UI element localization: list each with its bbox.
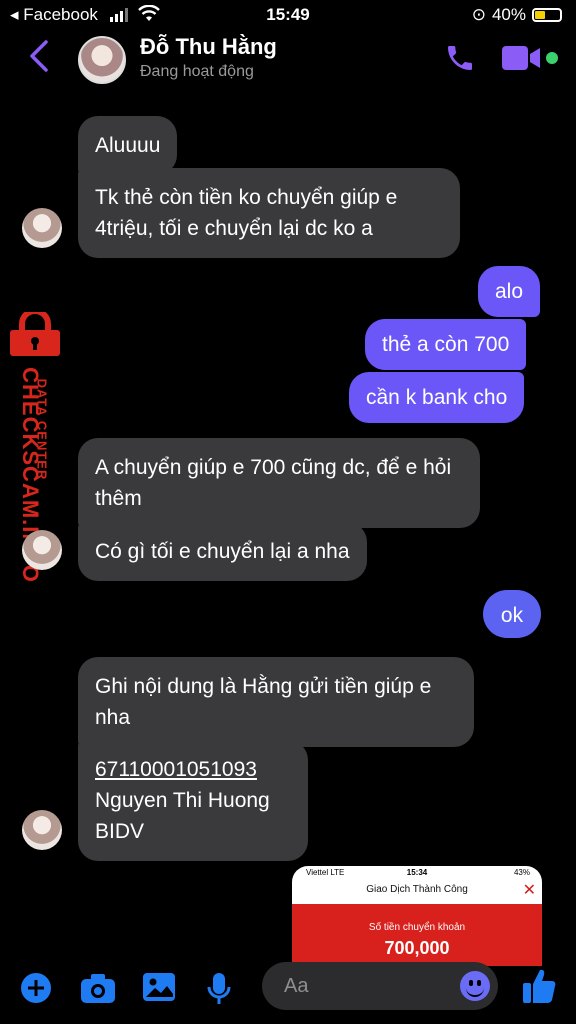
- attachment-amount-label: Số tiền chuyển khoản: [368, 922, 466, 933]
- wifi-icon: [138, 4, 160, 28]
- close-icon: ✕: [522, 882, 536, 899]
- attachment-title: Giao Dịch Thành Công: [366, 884, 468, 895]
- message-bubble-outgoing[interactable]: alo: [478, 266, 541, 317]
- bank-name: BIDV: [95, 820, 145, 843]
- contact-avatar-small[interactable]: [22, 530, 62, 570]
- account-number[interactable]: 67110001051093: [95, 754, 291, 785]
- attachment-amount-panel: Số tiền chuyển khoản 700,000: [292, 904, 542, 966]
- chat-header: Đỗ Thu Hằng Đang hoạt động: [0, 30, 576, 92]
- message-bubble-outgoing[interactable]: ok: [483, 590, 541, 638]
- padlock-icon: [6, 308, 64, 361]
- message-bubble-incoming[interactable]: A chuyển giúp e 700 cũng dc, để e hỏi th…: [78, 438, 480, 528]
- message-bubble-incoming[interactable]: Có gì tối e chuyển lại a nha: [78, 522, 367, 581]
- orientation-lock-icon: ⊙: [471, 5, 486, 24]
- status-bar: ◂ Facebook 15:49 ⊙ 40%: [0, 0, 576, 30]
- attachment-time: 15:34: [406, 868, 428, 877]
- message-bubble-outgoing[interactable]: cần k bank cho: [349, 372, 525, 423]
- message-bubble-incoming[interactable]: Ghi nội dung là Hằng gửi tiền giúp e nha: [78, 657, 474, 747]
- photo-icon[interactable]: [142, 972, 176, 1007]
- battery-icon: [532, 8, 562, 22]
- signal-icon: [110, 8, 134, 27]
- account-name: Nguyen Thi Huong: [95, 789, 270, 812]
- contact-name[interactable]: Đỗ Thu Hằng: [140, 34, 277, 60]
- message-input-placeholder: Aa: [284, 975, 309, 997]
- status-right: ⊙ 40%: [472, 5, 562, 25]
- contact-avatar-small[interactable]: [22, 208, 62, 248]
- emoji-icon[interactable]: [460, 971, 490, 1001]
- online-indicator: [546, 52, 558, 64]
- message-input[interactable]: Aa: [262, 962, 498, 1010]
- message-bubble-incoming[interactable]: Aluuuu: [78, 116, 178, 175]
- transfer-screenshot-attachment[interactable]: Viettel LTE 15:34 43% Giao Dịch Thành Cô…: [292, 866, 542, 966]
- composer-bar: Aa: [0, 962, 576, 1024]
- message-bubble-incoming[interactable]: Tk thẻ còn tiền ko chuyển giúp e 4triệu,…: [78, 168, 460, 258]
- message-bubble-outgoing[interactable]: thẻ a còn 700: [365, 319, 527, 370]
- microphone-icon[interactable]: [206, 972, 232, 1011]
- battery-percent: 40%: [491, 5, 526, 24]
- contact-avatar[interactable]: [78, 36, 126, 84]
- plus-icon[interactable]: [20, 972, 52, 1009]
- thumbs-up-icon[interactable]: [522, 968, 556, 1009]
- back-chevron-icon[interactable]: [28, 38, 50, 79]
- attachment-status-bar: Viettel LTE 15:34 43%: [292, 866, 542, 880]
- presence-status: Đang hoạt động: [140, 63, 254, 80]
- attachment-amount: 700,000: [384, 938, 450, 958]
- camera-icon[interactable]: [80, 972, 116, 1009]
- video-call-icon[interactable]: [502, 44, 542, 77]
- bank-details-bubble[interactable]: 67110001051093 Nguyen Thi Huong BIDV: [78, 740, 308, 861]
- phone-call-icon[interactable]: [444, 42, 476, 79]
- contact-avatar-small[interactable]: [22, 810, 62, 850]
- attachment-battery: 43%: [513, 868, 530, 877]
